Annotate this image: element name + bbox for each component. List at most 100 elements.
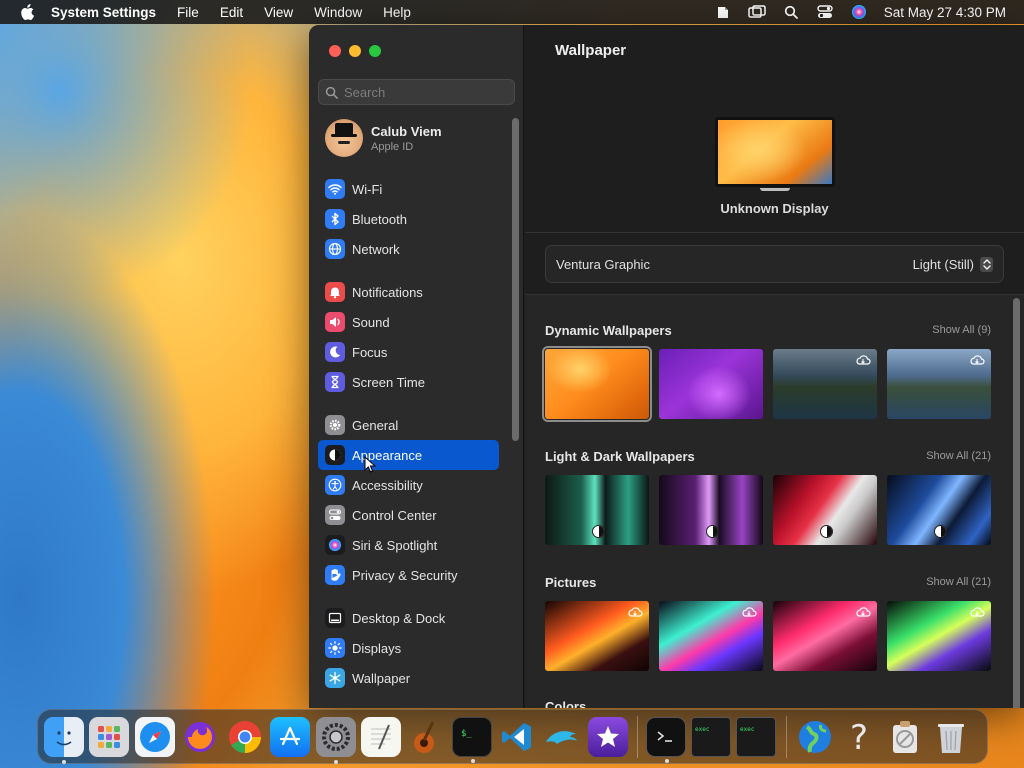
- spotlight-search-icon[interactable]: [774, 0, 808, 24]
- system-settings-icon[interactable]: [315, 716, 356, 764]
- sidebar-item-siri-spotlight[interactable]: Siri & Spotlight: [318, 530, 499, 560]
- sidebar-item-wifi[interactable]: Wi-Fi: [318, 174, 499, 204]
- control-center-icon[interactable]: [808, 0, 842, 24]
- wallpaper-thumbnail[interactable]: [773, 601, 877, 671]
- sidebar-item-general[interactable]: General: [318, 410, 499, 440]
- notes-status-icon[interactable]: [706, 0, 740, 24]
- wallpaper-pane: Wallpaper Unknown Display Ventura Graphi…: [525, 25, 1024, 708]
- search-icon: [325, 86, 338, 99]
- hand-icon: [325, 565, 345, 585]
- wallpaper-thumbnail[interactable]: [773, 349, 877, 419]
- show-all-button[interactable]: Show All (21): [926, 450, 991, 462]
- minimize-button[interactable]: [349, 45, 361, 57]
- zoom-button[interactable]: [369, 45, 381, 57]
- svg-text:exec: exec: [695, 726, 710, 733]
- dock-separator: [785, 715, 787, 758]
- svg-text:?: ?: [850, 719, 868, 755]
- dolphin-icon[interactable]: [542, 717, 582, 757]
- show-all-button[interactable]: Show All (9): [932, 324, 991, 336]
- imovie-icon[interactable]: [587, 716, 628, 757]
- terminal-window-icon[interactable]: exec: [736, 716, 777, 757]
- light-dark-icon: [706, 525, 719, 538]
- terminal-window-icon[interactable]: [645, 716, 686, 763]
- dock-separator: [636, 715, 638, 758]
- vscode-icon[interactable]: [497, 717, 537, 757]
- light-dark-icon: [934, 525, 947, 538]
- sidebar-item-label: Control Center: [352, 507, 437, 523]
- profile-name: Calub Viem: [371, 123, 442, 139]
- globe-app-icon[interactable]: [795, 717, 835, 757]
- show-all-button[interactable]: Show All (21): [926, 576, 991, 588]
- menu-view[interactable]: View: [264, 5, 293, 20]
- section-title: Pictures: [545, 574, 597, 590]
- gallery-scrollbar[interactable]: [1013, 298, 1020, 708]
- help-icon[interactable]: ?: [840, 717, 880, 757]
- sidebar-item-notifications[interactable]: Notifications: [318, 277, 499, 307]
- sidebar-item-accessibility[interactable]: Accessibility: [318, 470, 499, 500]
- wallpaper-thumbnail[interactable]: [773, 475, 877, 545]
- sidebar-scrollbar[interactable]: [512, 118, 519, 441]
- wallpaper-thumbnail[interactable]: [659, 475, 763, 545]
- appearance-mode-select[interactable]: Light (Still): [913, 256, 993, 272]
- sidebar-item-displays[interactable]: Displays: [318, 633, 499, 663]
- sidebar-item-bluetooth[interactable]: Bluetooth: [318, 204, 499, 234]
- sidebar-item-wallpaper[interactable]: Wallpaper: [318, 663, 499, 693]
- dock-icon: [325, 608, 345, 628]
- updown-chevron-icon: [980, 256, 993, 272]
- sidebar-item-desktop-dock[interactable]: Desktop & Dock: [318, 603, 499, 633]
- sidebar-item-privacy-security[interactable]: Privacy & Security: [318, 560, 499, 590]
- sidebar-item-sound[interactable]: Sound: [318, 307, 499, 337]
- avatar: [325, 119, 363, 157]
- search-field[interactable]: [318, 79, 515, 105]
- firefox-icon[interactable]: [180, 717, 220, 757]
- search-input[interactable]: [344, 84, 504, 100]
- download-cloud-icon: [970, 355, 985, 365]
- wallpaper-thumbnail[interactable]: [887, 475, 991, 545]
- profile-subtitle: Apple ID: [371, 140, 414, 153]
- apple-id-profile[interactable]: Calub Viem Apple ID: [325, 119, 442, 157]
- sidebar-item-label: General: [352, 417, 399, 433]
- utility-icon[interactable]: [885, 717, 925, 757]
- menu-window[interactable]: Window: [314, 5, 362, 20]
- sidebar-item-focus[interactable]: Focus: [318, 337, 499, 367]
- finder-icon[interactable]: [44, 716, 84, 764]
- siri-icon: [325, 535, 345, 555]
- sidebar-item-network[interactable]: Network: [318, 234, 499, 264]
- menu-app-name[interactable]: System Settings: [51, 5, 156, 20]
- menu-edit[interactable]: Edit: [220, 5, 243, 20]
- wallpaper-thumbnail[interactable]: [542, 346, 652, 422]
- terminal-window-icon[interactable]: exec: [691, 716, 732, 757]
- sidebar: Calub Viem Apple ID Wi-Fi Bluetooth: [309, 25, 524, 708]
- sidebar-item-screen-time[interactable]: Screen Time: [318, 367, 499, 397]
- trash-icon[interactable]: [931, 717, 971, 757]
- wallpaper-thumbnail[interactable]: [659, 601, 763, 671]
- globe-icon: [325, 239, 345, 259]
- apple-menu-icon[interactable]: [17, 2, 37, 22]
- sidebar-item-appearance[interactable]: Appearance: [318, 440, 499, 470]
- launchpad-icon[interactable]: [89, 716, 130, 757]
- app-store-icon[interactable]: [270, 716, 311, 757]
- accessibility-icon: [325, 475, 345, 495]
- wallpaper-thumbnail[interactable]: [887, 601, 991, 671]
- sidebar-item-label: Sound: [352, 314, 390, 330]
- wallpaper-thumbnail[interactable]: [545, 601, 649, 671]
- wallpaper-thumbnail[interactable]: [887, 349, 991, 419]
- toggles-icon: [325, 505, 345, 525]
- sidebar-item-label: Wi-Fi: [352, 181, 383, 197]
- siri-icon[interactable]: [842, 0, 876, 24]
- menu-help[interactable]: Help: [383, 5, 411, 20]
- section-light-dark-wallpapers: Light & Dark Wallpapers Show All (21): [545, 447, 991, 545]
- wallpaper-thumbnail[interactable]: [545, 475, 649, 545]
- safari-icon[interactable]: [134, 716, 175, 757]
- wallpaper-thumbnail[interactable]: [659, 349, 763, 419]
- sidebar-item-control-center[interactable]: Control Center: [318, 500, 499, 530]
- textedit-icon[interactable]: [361, 716, 402, 757]
- menu-file[interactable]: File: [177, 5, 199, 20]
- menu-clock[interactable]: Sat May 27 4:30 PM: [884, 5, 1006, 20]
- terminal-icon[interactable]: $_: [451, 716, 492, 763]
- screen-mirroring-icon[interactable]: [740, 0, 774, 24]
- garageband-icon[interactable]: [406, 717, 446, 757]
- chrome-icon[interactable]: [225, 717, 265, 757]
- close-button[interactable]: [329, 45, 341, 57]
- sidebar-list: Wi-Fi Bluetooth Network Notifications So…: [318, 174, 499, 693]
